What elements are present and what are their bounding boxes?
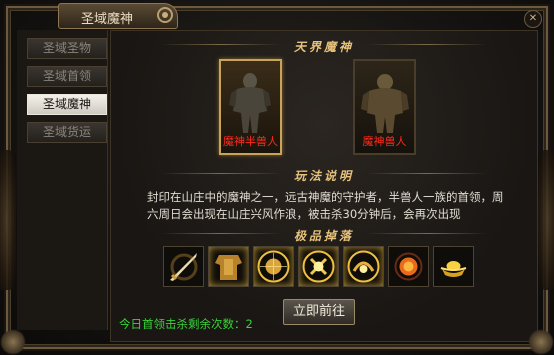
title-ornament-icon — [157, 7, 173, 23]
boss-card-beastman[interactable]: 魔神半兽人 — [219, 59, 282, 155]
drop-slot[interactable] — [253, 246, 294, 287]
boss-description: 封印在山庄中的魔神之一，远古神魔的守护者，半兽人一族的首领，周六周日会出现在山庄… — [147, 190, 504, 221]
boss-name: 魔神半兽人 — [223, 135, 278, 148]
drop-slot[interactable] — [298, 246, 339, 287]
go-now-button[interactable]: 立即前往 — [283, 299, 355, 325]
sidebar-item-relics[interactable]: 圣域圣物 — [27, 38, 107, 59]
left-dragon-ornament — [0, 150, 16, 290]
sidebar-item-cargo[interactable]: 圣域货运 — [27, 122, 107, 143]
rules-section-header: 玩法说明 — [111, 165, 537, 183]
rules-section-title: 玩法说明 — [293, 169, 354, 183]
drop-slot[interactable] — [388, 246, 429, 287]
sidebar: 圣域圣物 圣域首领 圣域魔神 圣域货运 — [17, 30, 108, 330]
drop-slot[interactable] — [208, 246, 249, 287]
close-button[interactable]: ✕ — [524, 10, 542, 28]
boss-card-orc[interactable]: 魔神兽人 — [353, 59, 416, 155]
drops-section-header: 极品掉落 — [111, 225, 537, 243]
fire-gem-item-icon — [394, 252, 423, 281]
boss-name: 魔神兽人 — [362, 135, 407, 148]
armor-item-icon — [215, 255, 242, 280]
window-title: 圣域魔神 — [80, 12, 133, 27]
orc-figure-icon — [361, 74, 409, 133]
remaining-kills-text: 今日首领击杀剩余次数：2 — [119, 317, 253, 331]
sidebar-item-bosses[interactable]: 圣域首领 — [27, 66, 107, 87]
corner-ornament — [0, 329, 26, 355]
drop-slot[interactable] — [343, 246, 384, 287]
golden-orb-item-icon — [302, 250, 335, 283]
gold-ingot-item-icon — [440, 261, 467, 277]
sword-item-icon — [170, 253, 198, 281]
golden-orb-item-icon — [257, 250, 290, 283]
drops-section-title: 极品掉落 — [293, 229, 354, 243]
saint-demon-panel: 圣域魔神 ✕ 圣域圣物 圣域首领 圣域魔神 圣域货运 天界魔神 魔神半兽人 魔神… — [0, 0, 554, 355]
sidebar-item-demon[interactable]: 圣域魔神 — [27, 94, 107, 115]
drop-slot[interactable] — [163, 246, 204, 287]
drop-slot[interactable] — [433, 246, 474, 287]
beastman-figure-icon — [229, 73, 271, 133]
corner-ornament — [528, 329, 554, 355]
content-area: 天界魔神 魔神半兽人 魔神兽人 玩法说明 封印在山庄中的魔神之一，远古神魔的守护… — [110, 30, 538, 342]
boss-section-title: 天界魔神 — [293, 40, 354, 54]
boss-section-header: 天界魔神 — [111, 36, 537, 54]
right-dragon-ornament — [538, 150, 554, 290]
golden-orb-item-icon — [347, 250, 380, 283]
window-title-tab: 圣域魔神 — [58, 3, 178, 29]
